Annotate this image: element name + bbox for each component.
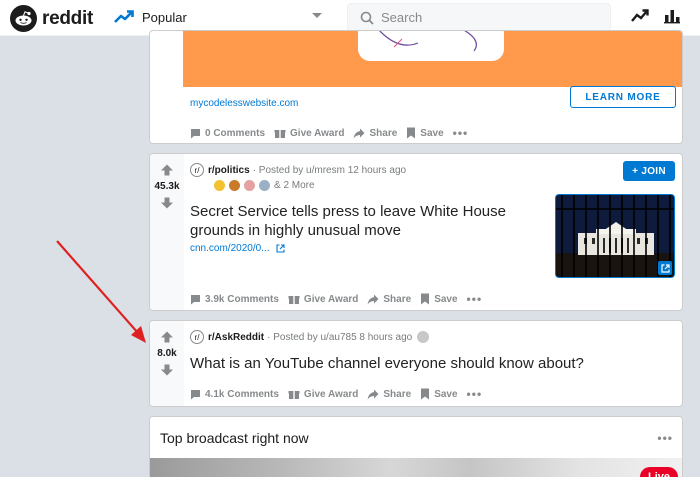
more-options-icon[interactable]: ••• [467,387,483,401]
post-actions: 3.9k Comments Give Award Share Save ••• [190,292,482,306]
give-award-button[interactable]: Give Award [274,127,344,139]
post-actions: 0 Comments Give Award Share Save ••• [190,126,468,140]
popular-trending-icon[interactable] [631,8,649,24]
broadcast-card[interactable]: Top broadcast right now ••• Live [149,416,683,477]
share-icon [367,294,379,304]
gift-icon [288,296,300,304]
live-badge: Live [640,467,678,477]
downvote-icon[interactable] [160,197,174,209]
comments-button[interactable]: 4.1k Comments [190,389,279,400]
gift-icon [288,391,300,399]
broadcast-preview[interactable] [150,458,682,477]
search-input[interactable] [381,10,601,25]
promoted-post-card[interactable]: mycodelesswebsite.com LEARN MORE 0 Comme… [149,30,683,144]
open-link-icon[interactable] [658,261,672,275]
vote-column: 8.0k [150,321,184,406]
search-bar[interactable] [347,3,611,32]
post-thumbnail[interactable] [555,194,675,278]
awards-row: & 2 More [214,180,315,191]
post-title[interactable]: Secret Service tells press to leave Whit… [190,202,520,240]
save-button[interactable]: Save [420,293,458,305]
share-button[interactable]: Share [367,294,411,305]
comment-icon [191,294,200,304]
give-award-button[interactable]: Give Award [288,388,358,400]
save-button[interactable]: Save [420,388,458,400]
give-award-button[interactable]: Give Award [288,293,358,305]
award-icon [229,180,240,191]
award-icon [244,180,255,191]
ad-banner-image[interactable] [183,31,682,87]
learn-more-button[interactable]: LEARN MORE [570,86,676,108]
comment-icon [191,128,200,138]
subreddit-icon[interactable]: r/ [190,330,204,344]
more-options-icon[interactable]: ••• [453,126,469,140]
post-title[interactable]: What is an YouTube channel everyone shou… [190,354,670,373]
share-icon [353,128,365,138]
downvote-icon[interactable] [160,364,174,376]
more-options-icon[interactable]: ••• [467,292,483,306]
feed-selector-label: Popular [142,9,187,25]
vote-count: 45.3k [154,181,180,192]
subreddit-link[interactable]: r/politics [208,165,250,176]
subreddit-link[interactable]: r/AskReddit [208,332,264,343]
broadcast-title: Top broadcast right now [160,430,309,446]
award-icon [259,180,270,191]
trending-icon [114,10,134,23]
feed-selector[interactable]: Popular [114,6,332,28]
gift-icon [274,130,286,138]
post-actions: 4.1k Comments Give Award Share Save ••• [190,387,482,401]
vote-count: 8.0k [157,348,177,359]
more-awards-label: & 2 More [274,180,315,191]
search-icon [360,11,374,25]
award-icon [214,180,225,191]
share-button[interactable]: Share [353,128,397,139]
ad-domain-link[interactable]: mycodelesswebsite.com [190,98,298,109]
save-button[interactable]: Save [406,127,444,139]
post-meta: r/ r/AskReddit · Posted by u/au785 8 hou… [190,330,433,344]
silver-award-icon [417,331,430,343]
post-meta: r/ r/politics · Posted by u/mresm 12 hou… [190,163,406,177]
posted-by: · Posted by u/au785 8 hours ago [267,331,413,343]
upvote-icon[interactable] [160,331,174,343]
stats-icon[interactable] [663,8,681,24]
bookmark-icon [421,388,430,400]
bookmark-icon [421,293,430,305]
share-button[interactable]: Share [367,389,411,400]
join-button[interactable]: + JOIN [623,161,675,181]
external-link-icon [275,244,285,253]
subreddit-icon[interactable]: r/ [190,163,204,177]
reddit-logo[interactable]: reddit [10,5,93,32]
post-card[interactable]: 8.0k r/ r/AskReddit · Posted by u/au785 … [149,320,683,407]
vote-column: 45.3k [150,154,184,310]
reddit-alien-icon [10,5,37,32]
chevron-down-icon [312,13,322,18]
posted-by: · Posted by u/mresm 12 hours ago [252,164,407,176]
post-link[interactable]: cnn.com/2020/0... [190,243,285,254]
brand-name: reddit [42,7,93,29]
comments-button[interactable]: 0 Comments [190,128,265,139]
comments-button[interactable]: 3.9k Comments [190,294,279,305]
upvote-icon[interactable] [160,164,174,176]
share-icon [367,389,379,399]
bookmark-icon [407,127,416,139]
post-card[interactable]: 45.3k r/ r/politics · Posted by u/mresm … [149,153,683,311]
comment-icon [191,389,200,399]
ad-banner-graphic [358,31,504,61]
more-options-icon[interactable]: ••• [657,431,673,445]
